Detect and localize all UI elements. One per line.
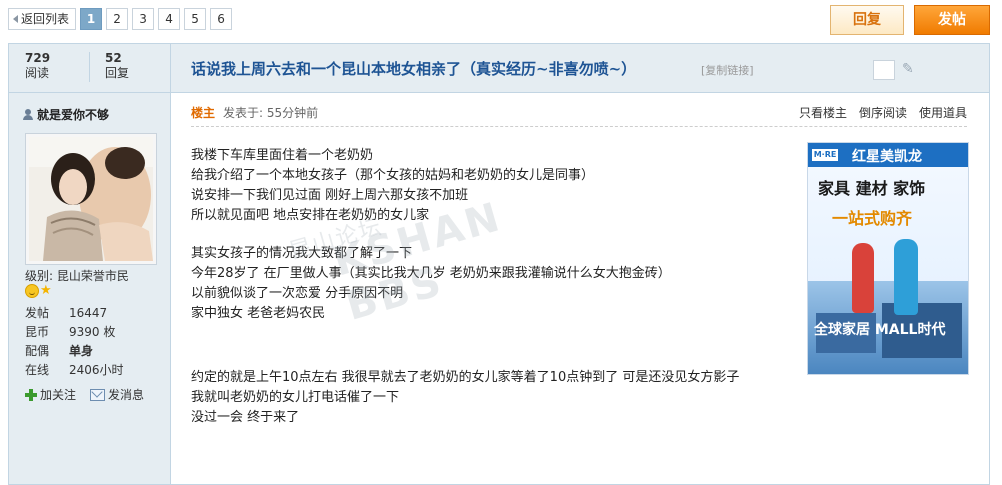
post-line: 给我介绍了一个本地女孩子（那个女孩的姑妈和老奶奶的女儿是同事）	[191, 168, 595, 183]
copy-link-button[interactable]: [复制链接]	[701, 62, 754, 78]
avatar[interactable]	[25, 133, 157, 265]
views-stat: 729 阅读	[25, 51, 50, 81]
ad-model-figure	[894, 239, 918, 315]
profile-value-coins: 9390 枚	[69, 325, 116, 339]
smiley-icon	[25, 284, 39, 298]
advertisement-banner[interactable]: M·RE 红星美凯龙 家具 建材 家饰 一站式购齐 全球家居 MALL时代	[807, 142, 969, 375]
page-3[interactable]: 3	[132, 8, 155, 30]
ad-logo: M·RE	[812, 149, 838, 161]
post-line: 我楼下车库里面住着一个老奶奶	[191, 148, 374, 163]
post-line: 约定的就是上午10点左右 我很早就去了老奶奶的女儿家等着了10点钟到了 可是还没…	[191, 370, 740, 385]
profile-value-posts[interactable]: 16447	[69, 304, 107, 323]
profile-key-spouse: 配偶	[25, 344, 50, 358]
follow-label: 加关注	[40, 388, 77, 402]
user-icon	[23, 108, 33, 121]
star-icon: ★	[40, 283, 52, 298]
thread-stats: 729 阅读 52 回复	[9, 44, 170, 93]
post-content: 我楼下车库里面住着一个老奶奶 给我介绍了一个本地女孩子（那个女孩的姑妈和老奶奶的…	[191, 146, 791, 428]
profile-key-online: 在线	[25, 363, 50, 377]
ad-model-figure	[852, 243, 874, 313]
post-timestamp: 发表于: 55分钟前	[223, 106, 319, 120]
post-header: 楼主 发表于: 55分钟前 只看楼主 倒序阅读 使用道具	[191, 104, 967, 127]
replies-stat: 52 回复	[105, 51, 129, 81]
mail-icon	[90, 388, 106, 401]
reply-button[interactable]: 回复	[830, 5, 904, 35]
page-4[interactable]: 4	[158, 8, 181, 30]
new-post-button[interactable]: 发帖	[914, 5, 990, 35]
page-6[interactable]: 6	[210, 8, 233, 30]
views-count: 729	[25, 51, 51, 65]
page-5[interactable]: 5	[184, 8, 207, 30]
pagination: 返回列表 1 2 3 4 5 6	[8, 8, 233, 30]
ad-slogan: 全球家居 MALL时代	[814, 322, 946, 338]
replies-count: 52	[105, 51, 122, 65]
ad-line2: 一站式购齐	[832, 209, 913, 228]
floor-label: 楼主	[191, 106, 216, 120]
post-line: 我就叫老奶奶的女儿打电话催了一下	[191, 390, 400, 405]
avatar-image	[29, 137, 153, 261]
wrench-icon[interactable]: ✎	[902, 61, 918, 77]
profile-value-spouse: 单身	[69, 344, 94, 358]
author-sidebar: 729 阅读 52 回复 就是爱你不够 级别: 昆山荣誉市民 ★ 发帖 1644…	[9, 44, 171, 484]
thread-title: 话说我上周六去和一个昆山本地女相亲了（真实经历~非喜勿喷~）	[191, 60, 637, 78]
profile-row: 配偶 单身	[25, 342, 124, 361]
only-author-link[interactable]: 只看楼主	[799, 104, 847, 121]
thread-title-bar: 话说我上周六去和一个昆山本地女相亲了（真实经历~非喜勿喷~） [复制链接] ✎	[171, 44, 989, 93]
back-to-list-button[interactable]: 返回列表	[8, 8, 77, 30]
post-line: 今年28岁了 在厂里做人事（其实比我大几岁 老奶奶来跟我灌输说什么女大抱金砖）	[191, 266, 671, 281]
reverse-order-link[interactable]: 倒序阅读	[859, 104, 907, 121]
member-level: 级别: 昆山荣誉市民	[25, 269, 129, 283]
level-badges: ★	[25, 284, 54, 298]
post-tools: 只看楼主 倒序阅读 使用道具	[799, 104, 967, 121]
post-line: 家中独女 老爸老妈农民	[191, 306, 326, 321]
title-option-box[interactable]	[873, 60, 895, 80]
post-line: 没过一会 终于来了	[191, 410, 300, 425]
replies-label: 回复	[105, 66, 130, 80]
use-item-link[interactable]: 使用道具	[919, 104, 967, 121]
profile-value-online: 2406小时	[69, 363, 124, 377]
profile-row: 昆币 9390 枚	[25, 323, 124, 342]
back-to-list-label: 返回列表	[21, 12, 70, 26]
author-name[interactable]: 就是爱你不够	[37, 106, 109, 123]
plus-icon	[25, 388, 37, 401]
chevron-left-icon	[13, 15, 18, 23]
profile-key-coins: 昆币	[25, 325, 50, 339]
post-line: 其实女孩子的情况我大致都了解了一下	[191, 246, 413, 261]
views-label: 阅读	[25, 66, 50, 80]
ad-brand: 红星美凯龙	[852, 149, 922, 165]
ad-line1: 家具 建材 家饰	[818, 179, 926, 198]
post-container: 729 阅读 52 回复 就是爱你不够 级别: 昆山荣誉市民 ★ 发帖 1644…	[8, 43, 990, 485]
page-1[interactable]: 1	[80, 8, 103, 30]
send-message-label: 发消息	[108, 388, 145, 402]
author-actions: 加关注 发消息	[25, 386, 144, 403]
profile-info: 发帖 16447 昆币 9390 枚 配偶 单身 在线 2406小时	[25, 304, 124, 380]
post-line: 以前貌似谈了一次恋爱 分手原因不明	[191, 286, 404, 301]
post-line: 说安排一下我们见过面 刚好上周六那女孩不加班	[191, 188, 469, 203]
send-message-button[interactable]: 发消息	[90, 386, 144, 403]
top-bar: 返回列表 1 2 3 4 5 6 回复 发帖	[0, 0, 1002, 40]
post-line: 所以就见面吧 地点安排在老奶奶的女儿家	[191, 208, 430, 223]
profile-key-posts: 发帖	[25, 306, 50, 320]
profile-row: 在线 2406小时	[25, 361, 124, 380]
author-name-row[interactable]: 就是爱你不够	[23, 106, 109, 123]
stats-divider	[89, 52, 90, 82]
follow-button[interactable]: 加关注	[25, 386, 76, 403]
profile-row: 发帖 16447	[25, 304, 124, 323]
page-2[interactable]: 2	[106, 8, 129, 30]
